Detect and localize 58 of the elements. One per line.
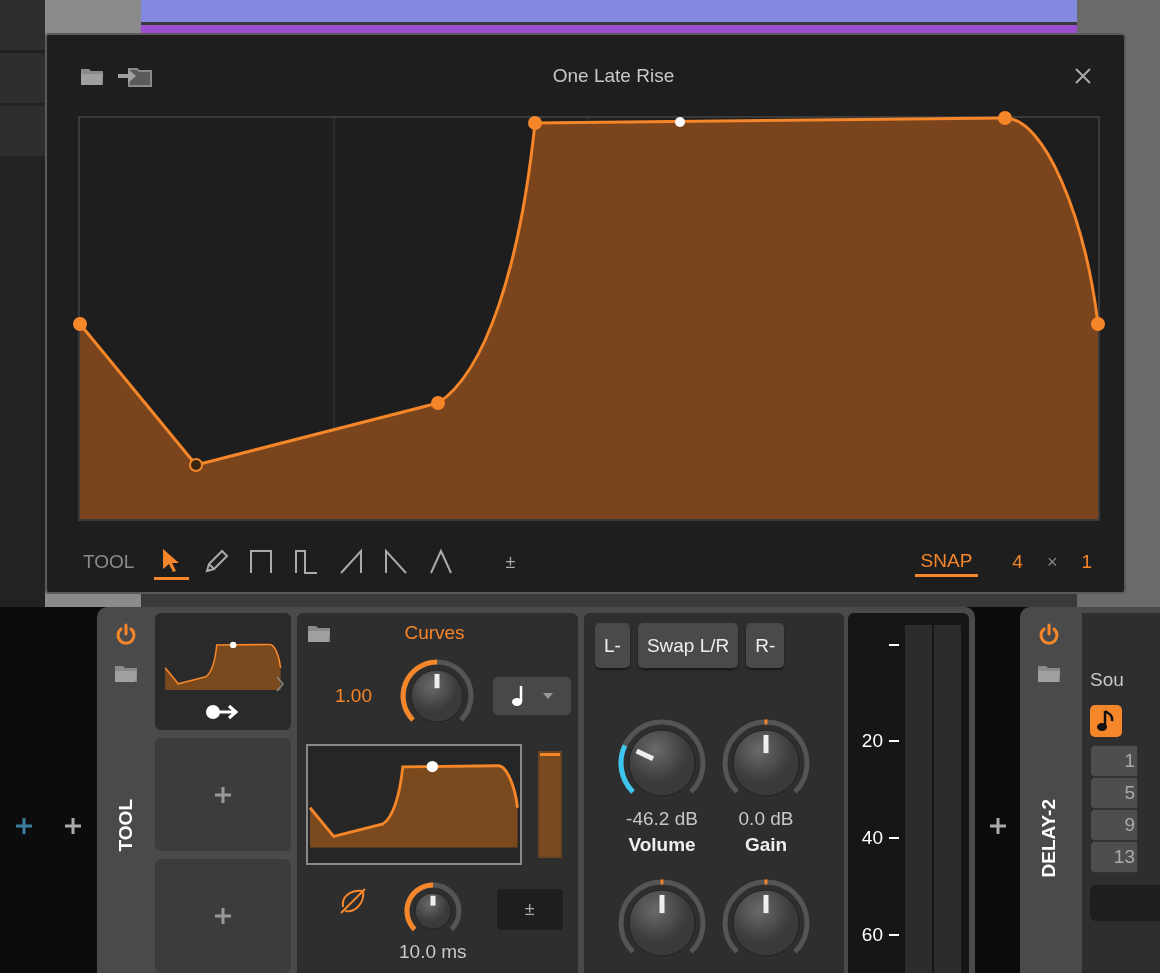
control-point[interactable] [73, 317, 87, 331]
caret-icon [543, 693, 553, 699]
grid-x-value[interactable]: 4 [1012, 551, 1023, 573]
step-button[interactable]: 5 [1090, 777, 1138, 809]
step-button[interactable]: 1 [1090, 745, 1138, 777]
times-sign: × [1046, 551, 1058, 573]
knob-reading: 10.0 ms [399, 941, 467, 963]
grid-y-value[interactable]: 1 [1081, 551, 1092, 573]
note-dropdown[interactable] [493, 677, 571, 715]
scale-label: 60 [861, 924, 883, 946]
step-button[interactable]: 13 [1090, 841, 1138, 873]
snap-toggle[interactable]: SNAP [914, 547, 979, 577]
knob-label: Volume [628, 834, 696, 856]
power-icon[interactable] [114, 623, 138, 647]
knob-reading: 0.0 dB [738, 808, 794, 830]
control-point[interactable] [1091, 317, 1105, 331]
add-icon[interactable] [988, 817, 1007, 835]
folder-icon[interactable] [1037, 663, 1061, 683]
bipolar-button[interactable]: ± [496, 889, 563, 930]
curve-handle[interactable] [675, 117, 685, 127]
window-title: One Late Rise [551, 65, 676, 87]
add-icon[interactable] [63, 817, 82, 835]
control-point[interactable] [998, 111, 1012, 125]
import-icon[interactable] [117, 65, 153, 87]
folder-icon[interactable] [114, 663, 138, 683]
note-button[interactable] [1090, 705, 1122, 737]
channel-button[interactable]: R- [746, 623, 785, 668]
note-icon [511, 685, 525, 707]
clip-bar[interactable] [141, 25, 1077, 33]
knob-reading: -46.2 dB [626, 808, 698, 830]
add-icon[interactable] [15, 817, 34, 835]
tool-label: TOOL [83, 551, 135, 573]
folder-icon[interactable] [79, 66, 105, 86]
chevron-right-icon[interactable] [275, 675, 285, 693]
add-icon[interactable] [214, 907, 232, 926]
channel-button[interactable]: Swap L/R [637, 623, 739, 668]
knob-label: Gain [744, 834, 788, 856]
channel-button[interactable]: L- [595, 623, 630, 668]
note-icon [1097, 710, 1115, 732]
panel-title: Curves [403, 622, 466, 644]
folder-icon[interactable] [307, 623, 331, 643]
bipolar-button[interactable]: ± [499, 550, 522, 574]
scale-label: 40 [861, 827, 883, 849]
curve-slot[interactable] [155, 613, 291, 730]
control-point[interactable] [528, 116, 542, 130]
device-name: TOOL [115, 799, 137, 852]
power-icon[interactable] [1037, 623, 1061, 647]
clip-bar[interactable] [141, 0, 1077, 22]
add-icon[interactable] [214, 785, 232, 804]
dot-arrow-icon [205, 703, 241, 721]
scale-label: 20 [861, 730, 883, 752]
amount-value: 1.00 [335, 685, 373, 707]
control-point[interactable] [431, 396, 445, 410]
device-name: DELAY-2 [1038, 799, 1060, 878]
close-icon[interactable] [1074, 67, 1092, 85]
control-point[interactable] [189, 458, 203, 472]
section-label: Sou [1090, 669, 1125, 691]
step-button[interactable]: 9 [1090, 809, 1138, 841]
